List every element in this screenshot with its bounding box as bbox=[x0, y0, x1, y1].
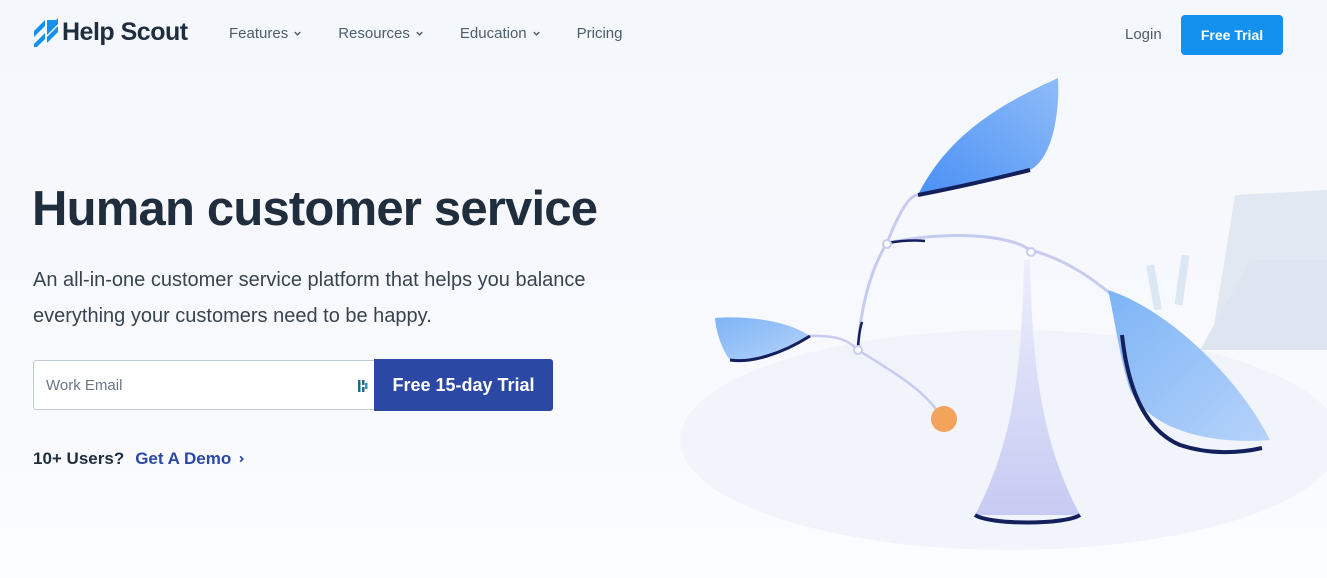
free-trial-button[interactable]: Free Trial bbox=[1181, 15, 1283, 55]
nav-item-features[interactable]: Features bbox=[229, 25, 302, 42]
mobile-balance-illustration bbox=[680, 78, 1327, 550]
login-link[interactable]: Login bbox=[1125, 26, 1162, 43]
demo-row: 10+ Users? Get A Demo bbox=[33, 449, 246, 469]
email-field-wrapper bbox=[33, 360, 374, 410]
get-demo-label: Get A Demo bbox=[135, 449, 232, 468]
get-demo-link[interactable]: Get A Demo bbox=[135, 449, 246, 469]
helpscout-logo-icon bbox=[34, 18, 58, 47]
nav-item-pricing[interactable]: Pricing bbox=[577, 25, 623, 42]
free-15-day-trial-button[interactable]: Free 15-day Trial bbox=[374, 359, 553, 411]
brand-logo[interactable]: Help Scout bbox=[32, 17, 188, 47]
nav-item-label: Features bbox=[229, 25, 289, 42]
hero-subtitle: An all-in-one customer service platform … bbox=[33, 269, 586, 327]
nav-item-education[interactable]: Education bbox=[460, 25, 541, 42]
brand-name: Help Scout bbox=[62, 17, 188, 46]
chevron-down-icon bbox=[294, 31, 301, 36]
nav-item-label: Pricing bbox=[576, 25, 623, 42]
nav-item-resources[interactable]: Resources bbox=[338, 25, 424, 42]
hero-title: Human customer service bbox=[32, 182, 598, 236]
chevron-down-icon bbox=[416, 31, 423, 36]
signup-form: Free 15-day Trial bbox=[33, 359, 553, 411]
demo-question: 10+ Users? bbox=[33, 449, 125, 468]
chevron-right-icon bbox=[239, 455, 245, 463]
nav-item-label: Resources bbox=[338, 25, 410, 42]
nav-item-label: Education bbox=[459, 25, 527, 42]
main-menu: Features Resources Education Pricing bbox=[229, 25, 658, 42]
chevron-down-icon bbox=[532, 31, 540, 36]
work-email-input[interactable] bbox=[34, 361, 336, 409]
password-manager-icon[interactable] bbox=[357, 378, 369, 394]
